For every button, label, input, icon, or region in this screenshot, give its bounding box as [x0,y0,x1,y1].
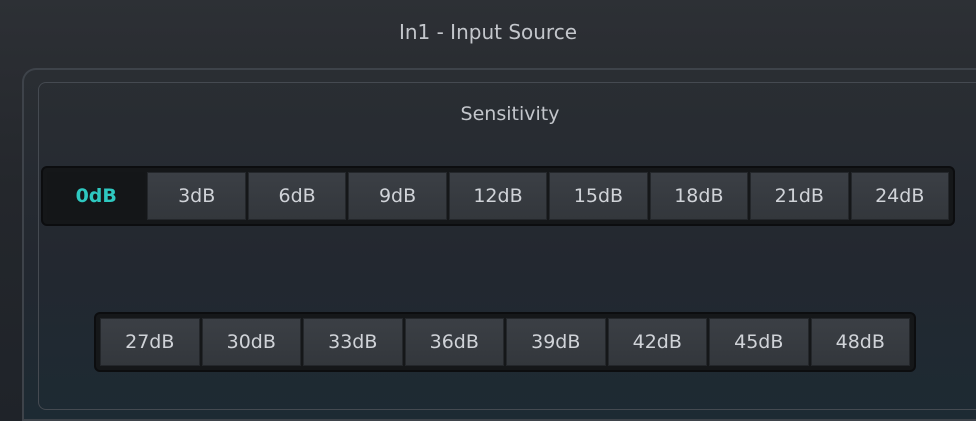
gain-button-6db[interactable]: 6dB [247,172,347,220]
gain-button-39db[interactable]: 39dB [506,318,606,366]
gain-button-45db[interactable]: 45dB [709,318,809,366]
gain-button-21db[interactable]: 21dB [750,172,849,220]
gain-button-18db[interactable]: 18dB [649,172,749,220]
sensitivity-title: Sensitivity [460,103,560,125]
gain-button-42db[interactable]: 42dB [607,318,707,366]
gain-button-48db[interactable]: 48dB [810,318,910,366]
input-source-panel: In1 - Input Source Sensitivity 0dB 3dB 6… [0,0,976,421]
gain-button-15db[interactable]: 15dB [549,172,648,220]
gain-button-24db[interactable]: 24dB [850,172,949,220]
gain-button-33db[interactable]: 33dB [303,318,403,366]
sensitivity-row-2: 27dB 30dB 33dB 36dB 39dB 42dB 45dB 48dB [94,312,916,372]
gain-button-0db[interactable]: 0dB [47,172,146,220]
gain-button-12db[interactable]: 12dB [448,172,548,220]
gain-button-3db[interactable]: 3dB [147,172,246,220]
sensitivity-row-1: 0dB 3dB 6dB 9dB 12dB 15dB 18dB 21dB 24dB [41,166,955,226]
gain-button-30db[interactable]: 30dB [201,318,301,366]
gain-button-36db[interactable]: 36dB [404,318,504,366]
gain-button-27db[interactable]: 27dB [100,318,200,366]
gain-button-9db[interactable]: 9dB [348,172,447,220]
panel-title: In1 - Input Source [398,20,578,44]
